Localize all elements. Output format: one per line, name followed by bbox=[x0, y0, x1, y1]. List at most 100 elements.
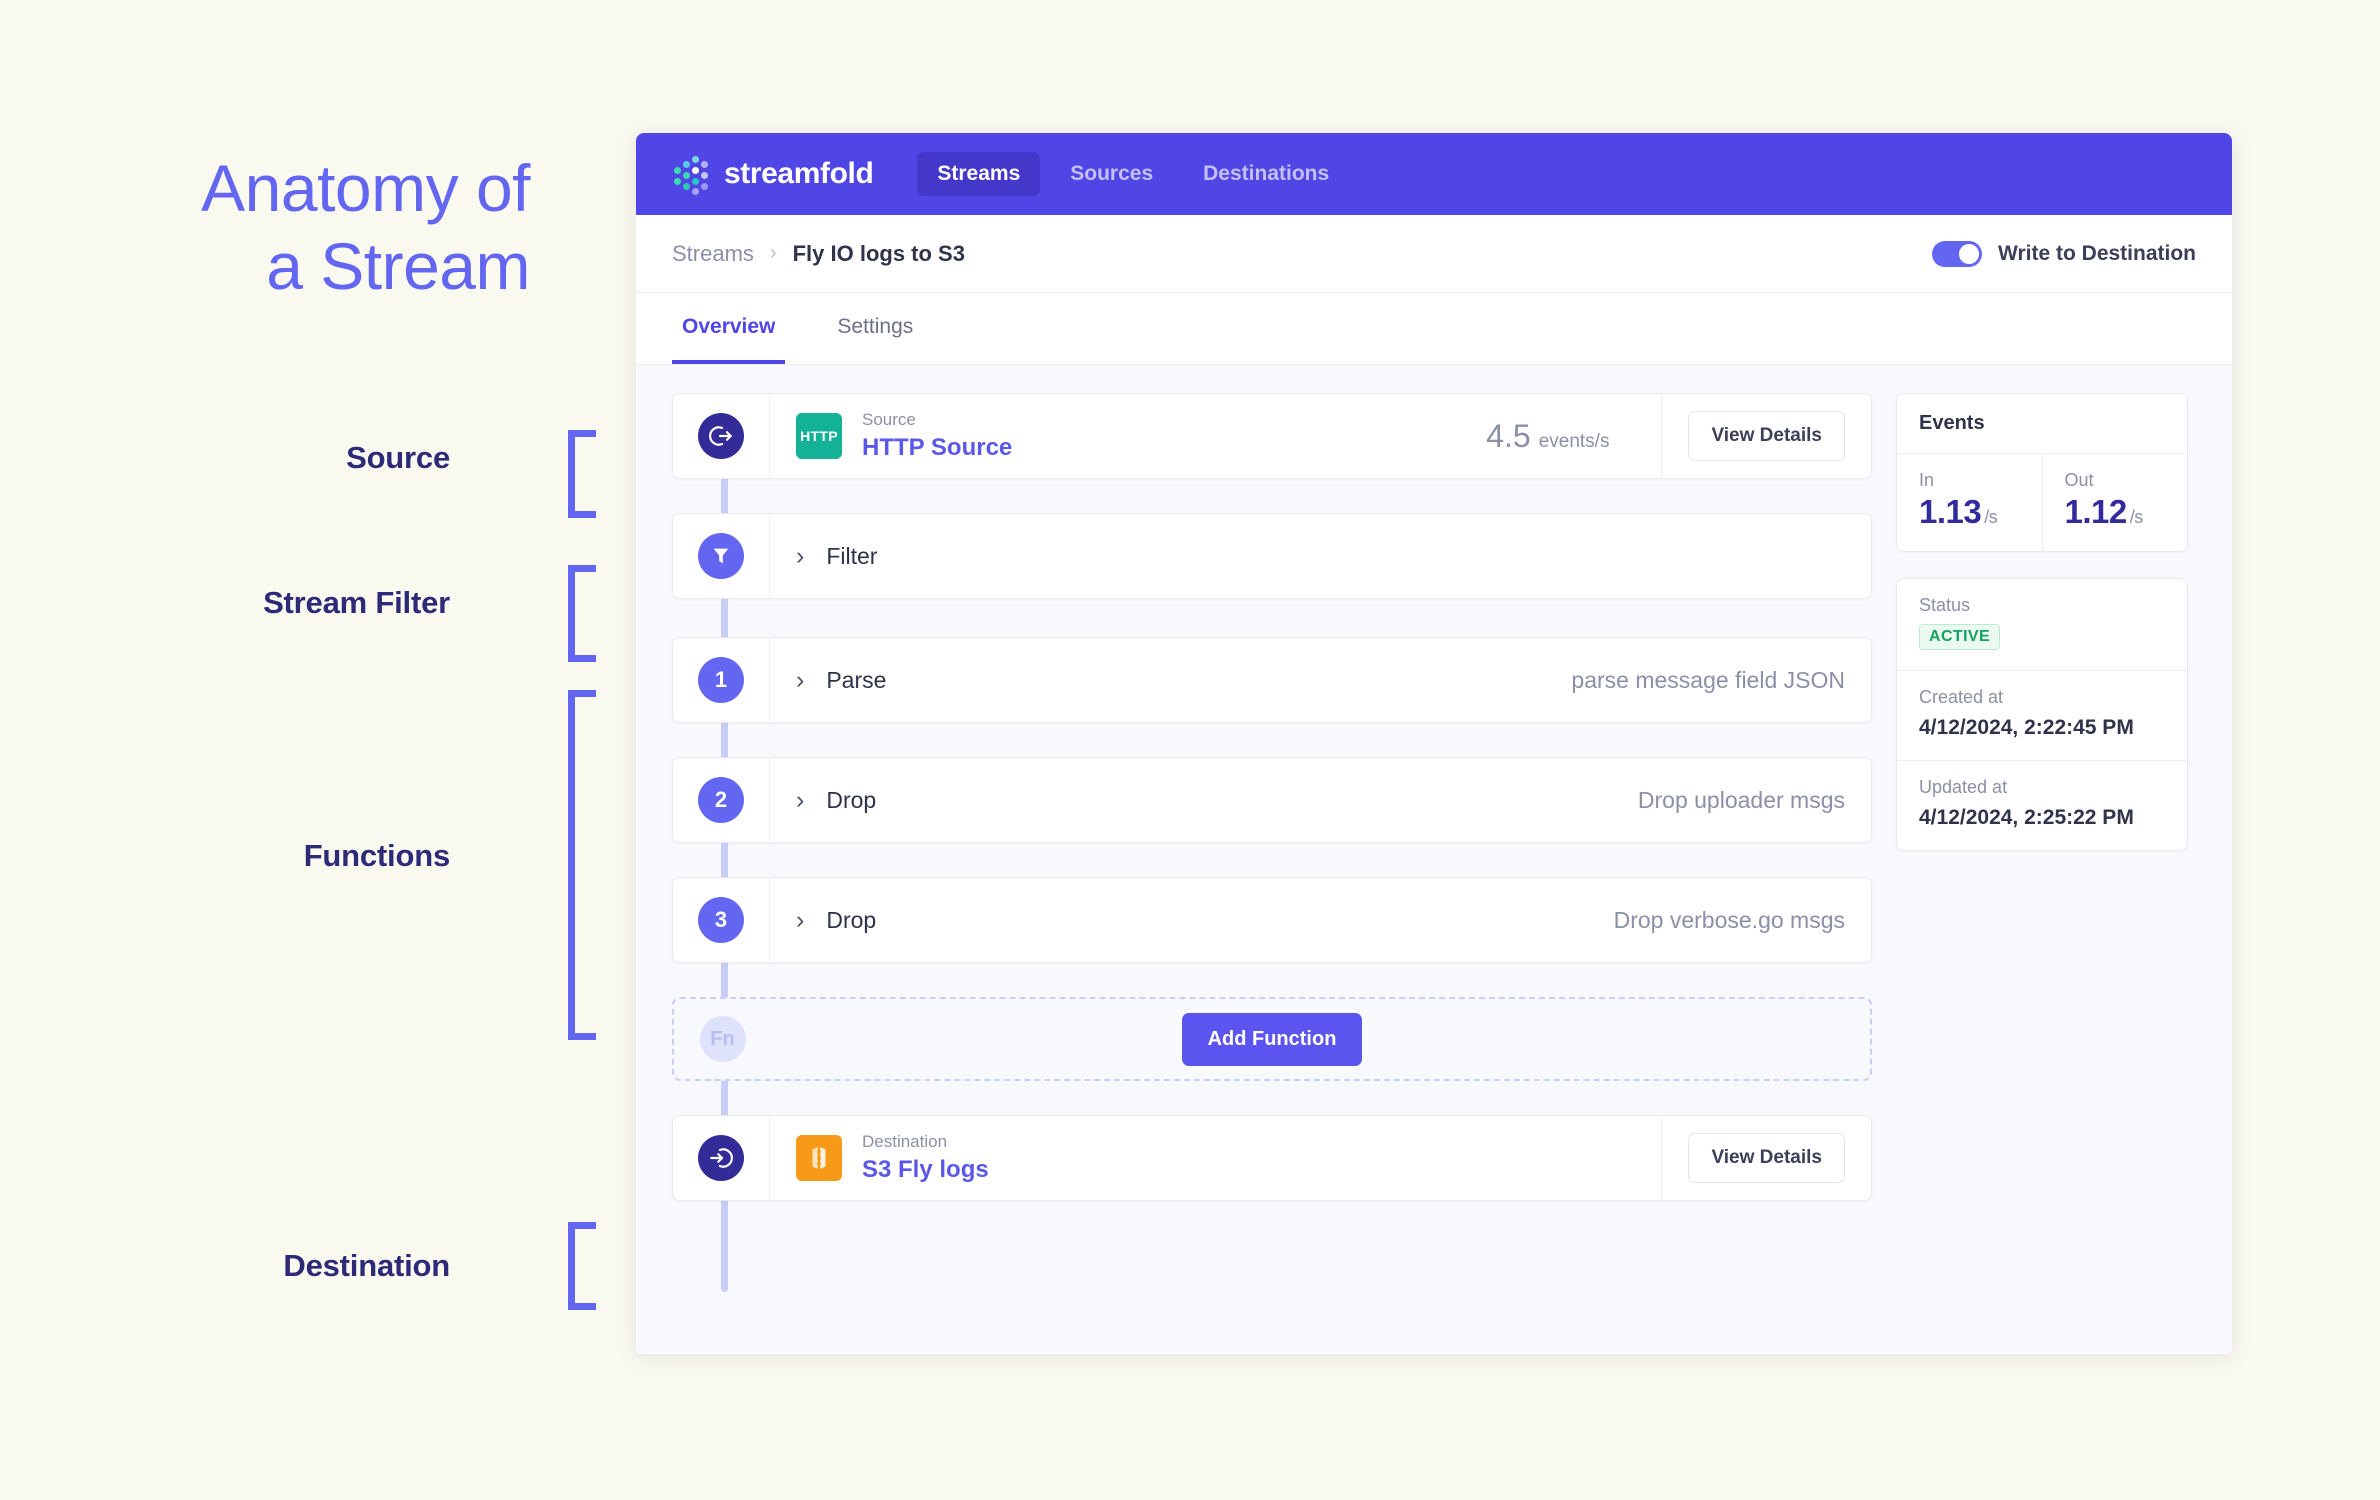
nav-item-streams[interactable]: Streams bbox=[917, 152, 1041, 196]
status-section: Status ACTIVE bbox=[1897, 579, 2187, 670]
updated-at-value: 4/12/2024, 2:25:22 PM bbox=[1919, 806, 2134, 829]
chevron-right-icon[interactable]: › bbox=[796, 787, 804, 813]
primary-nav: Streams Sources Destinations bbox=[917, 152, 1349, 196]
destination-in-arrow-icon bbox=[698, 1135, 744, 1181]
annotation-label-functions: Functions bbox=[303, 838, 451, 873]
poster-canvas: Anatomy of a Stream Source Stream Filter… bbox=[0, 0, 2380, 1500]
function-description: Drop uploader msgs bbox=[1637, 786, 1845, 813]
funnel-icon bbox=[698, 533, 744, 579]
source-kicker: Source bbox=[862, 410, 916, 429]
nav-item-sources[interactable]: Sources bbox=[1050, 152, 1173, 196]
breadcrumb-bar: Streams › Fly IO logs to S3 Write to Des… bbox=[636, 215, 2232, 293]
destination-view-details-button[interactable]: View Details bbox=[1688, 1133, 1845, 1183]
events-in-value-wrap: 1.13/s bbox=[1919, 493, 2020, 531]
tab-bar: Overview Settings bbox=[636, 293, 2232, 365]
function-row-body: › Drop Drop uploader msgs bbox=[770, 758, 1871, 842]
fn-placeholder-icon: Fn bbox=[699, 1016, 746, 1062]
events-in-value: 1.13 bbox=[1919, 493, 1982, 530]
write-to-destination-control[interactable]: Write to Destination bbox=[1932, 240, 2196, 267]
function-description: parse message field JSON bbox=[1571, 666, 1845, 693]
source-node-row[interactable]: HTTP Source HTTP Source 4.5 events/s Vie… bbox=[672, 393, 1872, 479]
function-index-cell: 1 bbox=[673, 638, 770, 722]
streamfold-logo-icon bbox=[672, 155, 710, 195]
status-label: Status bbox=[1919, 595, 1971, 615]
events-stats: In 1.13/s Out 1.12/s bbox=[1897, 454, 2187, 551]
source-rate-unit: events/s bbox=[1538, 430, 1610, 452]
filter-name: Filter bbox=[826, 542, 878, 569]
events-card-title: Events bbox=[1897, 394, 2187, 454]
page-body: HTTP Source HTTP Source 4.5 events/s Vie… bbox=[636, 365, 2232, 1354]
poster-headline: Anatomy of a Stream bbox=[201, 151, 530, 303]
side-panel: Events In 1.13/s Out 1.12/s Status ACTIV… bbox=[1896, 393, 2188, 1354]
tab-settings[interactable]: Settings bbox=[827, 293, 923, 364]
breadcrumb-streams-link[interactable]: Streams bbox=[672, 241, 754, 267]
http-badge-icon: HTTP bbox=[796, 413, 842, 459]
nav-item-destinations[interactable]: Destinations bbox=[1183, 152, 1349, 196]
function-name: Parse bbox=[826, 666, 887, 693]
pipeline-column: HTTP Source HTTP Source 4.5 events/s Vie… bbox=[672, 393, 1872, 1354]
function-index-badge: 1 bbox=[698, 657, 744, 703]
source-name-link[interactable]: HTTP Source bbox=[862, 434, 1012, 462]
source-node-text: Source HTTP Source bbox=[862, 410, 1012, 462]
destination-node-row[interactable]: Destination S3 Fly logs View Details bbox=[672, 1115, 1872, 1201]
events-out-unit: /s bbox=[2129, 507, 2144, 527]
function-row[interactable]: 1 › Parse parse message field JSON bbox=[672, 637, 1872, 723]
events-out-value-wrap: 1.12/s bbox=[2065, 493, 2166, 531]
add-function-dropzone[interactable]: Fn Add Function bbox=[672, 997, 1872, 1081]
events-out-value: 1.12 bbox=[2064, 493, 2128, 530]
function-row-body: › Drop Drop verbose.go msgs bbox=[770, 878, 1871, 962]
source-action-cell: View Details bbox=[1661, 394, 1871, 478]
destination-kicker: Destination bbox=[862, 1132, 948, 1151]
source-view-details-button[interactable]: View Details bbox=[1688, 411, 1845, 461]
source-rate-value: 4.5 bbox=[1486, 417, 1531, 454]
annotation-bracket-functions bbox=[568, 690, 596, 1040]
details-card: Status ACTIVE Created at 4/12/2024, 2:22… bbox=[1896, 578, 2188, 851]
filter-node-body: › Filter bbox=[770, 514, 1871, 598]
function-index-cell: 2 bbox=[673, 758, 770, 842]
app-window: streamfold Streams Sources Destinations … bbox=[636, 133, 2232, 1354]
filter-node-icon-cell bbox=[673, 514, 770, 598]
events-out-label: Out bbox=[2064, 470, 2094, 490]
status-badge: ACTIVE bbox=[1919, 624, 2001, 650]
top-navigation-bar: streamfold Streams Sources Destinations bbox=[636, 133, 2232, 215]
function-name: Drop bbox=[826, 906, 877, 933]
function-index-badge: 2 bbox=[698, 777, 744, 823]
add-function-button[interactable]: Add Function bbox=[1181, 1012, 1363, 1066]
annotation-bracket-source bbox=[568, 430, 596, 518]
brand-name: streamfold bbox=[724, 157, 874, 190]
updated-at-label: Updated at bbox=[1919, 777, 2008, 797]
write-to-destination-toggle[interactable] bbox=[1932, 240, 1983, 267]
destination-node-body: Destination S3 Fly logs bbox=[770, 1116, 1661, 1200]
function-description: Drop verbose.go msgs bbox=[1613, 906, 1845, 933]
annotation-bracket-destination bbox=[568, 1222, 596, 1310]
events-in-stat: In 1.13/s bbox=[1897, 454, 2042, 551]
events-card: Events In 1.13/s Out 1.12/s bbox=[1896, 393, 2188, 552]
add-function-icon-cell: Fn bbox=[674, 1016, 771, 1062]
source-event-rate: 4.5 events/s bbox=[1486, 418, 1635, 455]
created-at-section: Created at 4/12/2024, 2:22:45 PM bbox=[1897, 670, 2187, 760]
s3-badge-icon bbox=[796, 1135, 842, 1181]
source-node-body: HTTP Source HTTP Source 4.5 events/s bbox=[770, 394, 1661, 478]
function-index-cell: 3 bbox=[673, 878, 770, 962]
annotation-label-destination: Destination bbox=[283, 1248, 450, 1283]
source-node-icon-cell bbox=[673, 394, 770, 478]
destination-node-text: Destination S3 Fly logs bbox=[862, 1132, 989, 1184]
chevron-right-icon[interactable]: › bbox=[796, 667, 804, 693]
function-row-body: › Parse parse message field JSON bbox=[770, 638, 1871, 722]
created-at-label: Created at bbox=[1919, 687, 2004, 707]
chevron-right-icon[interactable]: › bbox=[796, 907, 804, 933]
function-row[interactable]: 2 › Drop Drop uploader msgs bbox=[672, 757, 1872, 843]
destination-name-link[interactable]: S3 Fly logs bbox=[862, 1156, 989, 1184]
chevron-right-icon[interactable]: › bbox=[796, 543, 804, 569]
tab-overview[interactable]: Overview bbox=[672, 293, 786, 364]
destination-action-cell: View Details bbox=[1661, 1116, 1871, 1200]
source-out-arrow-icon bbox=[698, 413, 744, 459]
destination-node-icon-cell bbox=[673, 1116, 770, 1200]
events-out-stat: Out 1.12/s bbox=[2041, 454, 2188, 551]
write-to-destination-label: Write to Destination bbox=[1998, 241, 2196, 265]
function-row[interactable]: 3 › Drop Drop verbose.go msgs bbox=[672, 877, 1872, 963]
annotation-label-source: Source bbox=[346, 440, 450, 475]
chevron-right-icon: › bbox=[769, 242, 777, 264]
created-at-value: 4/12/2024, 2:22:45 PM bbox=[1919, 716, 2134, 739]
filter-node-row[interactable]: › Filter bbox=[672, 513, 1872, 599]
